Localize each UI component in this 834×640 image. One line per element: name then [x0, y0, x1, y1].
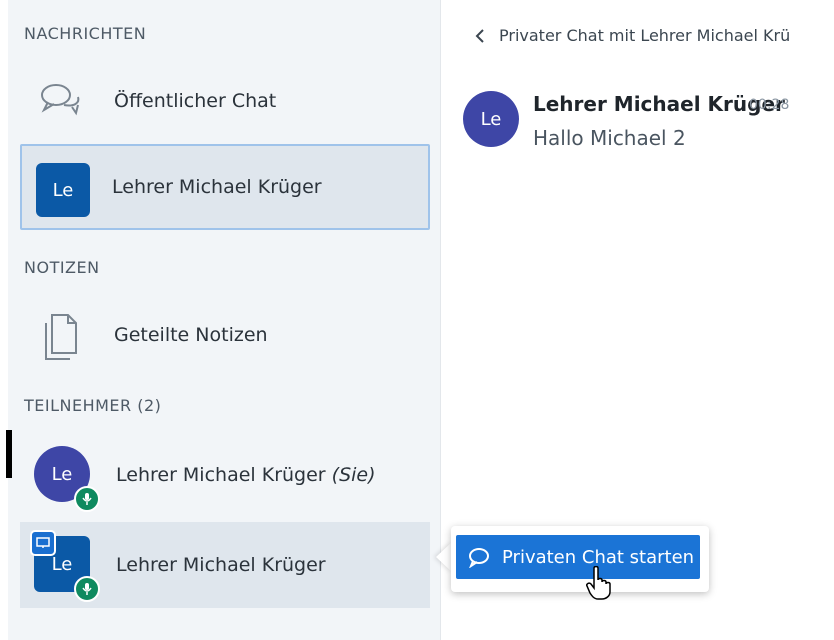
hand-cursor-icon — [586, 565, 612, 604]
notes-section-title: NOTIZEN — [24, 258, 100, 277]
sidebar: NACHRICHTEN Öffentlicher Chat Le Lehrer … — [8, 0, 441, 640]
participant-item-other[interactable]: Le Lehrer Michael Krüger — [20, 522, 430, 608]
participants-section-title: TEILNEHMER (2) — [24, 396, 162, 415]
edge-mark — [6, 430, 12, 478]
participant-self-suffix: (Sie) — [331, 464, 376, 486]
participant-name: Lehrer Michael Krüger — [116, 554, 326, 576]
chevron-left-icon[interactable] — [475, 28, 485, 44]
message-text: Hallo Michael 2 — [533, 126, 686, 150]
start-private-chat-button[interactable]: Privaten Chat starten — [456, 535, 700, 579]
chat-bubbles-icon — [38, 77, 86, 125]
message-time: 00:28 — [749, 97, 790, 113]
document-icon — [38, 311, 86, 360]
shared-notes-label: Geteilte Notizen — [114, 324, 268, 346]
chat-title: Privater Chat mit Lehrer Michael Krü — [499, 26, 791, 45]
public-chat-label: Öffentlicher Chat — [114, 90, 277, 112]
avatar: Le — [36, 163, 90, 217]
messages-section-title: NACHRICHTEN — [24, 24, 147, 43]
avatar: Le — [463, 91, 519, 147]
sidebar-item-private-chat[interactable]: Le Lehrer Michael Krüger — [20, 144, 430, 230]
microphone-icon — [74, 486, 100, 512]
message-author: Lehrer Michael Krüger — [533, 92, 785, 116]
private-chat-label: Lehrer Michael Krüger — [112, 176, 322, 198]
participant-avatar-wrap: Le — [30, 530, 100, 602]
microphone-icon — [74, 576, 100, 602]
participant-name-text: Lehrer Michael Krüger — [116, 464, 326, 486]
participant-name: Lehrer Michael Krüger (Sie) — [116, 464, 376, 486]
chat-bubble-icon — [468, 546, 490, 568]
chat-header[interactable]: Privater Chat mit Lehrer Michael Krü — [475, 26, 790, 45]
sidebar-item-shared-notes[interactable]: Geteilte Notizen — [20, 292, 430, 378]
sidebar-item-public-chat[interactable]: Öffentlicher Chat — [20, 58, 430, 144]
start-private-chat-label: Privaten Chat starten — [502, 546, 695, 568]
popup-arrow — [436, 542, 452, 572]
participant-avatar-wrap: Le — [34, 446, 100, 512]
private-chat-avatar-wrap: Le — [36, 163, 90, 217]
presenter-icon — [30, 530, 56, 556]
participant-item-self[interactable]: Le Lehrer Michael Krüger (Sie) — [20, 432, 430, 518]
left-edge — [0, 0, 8, 640]
